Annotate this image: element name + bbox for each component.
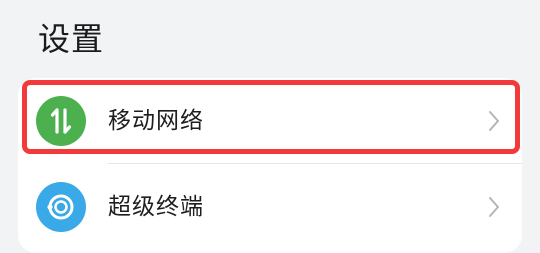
settings-item-mobile-network[interactable]: 移动网络 xyxy=(18,78,522,164)
settings-item-super-device[interactable]: 超级终端 xyxy=(18,164,522,250)
mobile-data-icon xyxy=(36,96,86,146)
settings-item-label: 超级终端 xyxy=(108,194,204,220)
settings-card: 移动网络 超级终端 xyxy=(18,78,522,253)
page-title: 设置 xyxy=(38,20,105,58)
chevron-right-icon xyxy=(489,111,499,131)
settings-item-label: 移动网络 xyxy=(108,108,204,134)
chevron-right-icon xyxy=(489,197,499,217)
super-device-icon xyxy=(36,182,86,232)
